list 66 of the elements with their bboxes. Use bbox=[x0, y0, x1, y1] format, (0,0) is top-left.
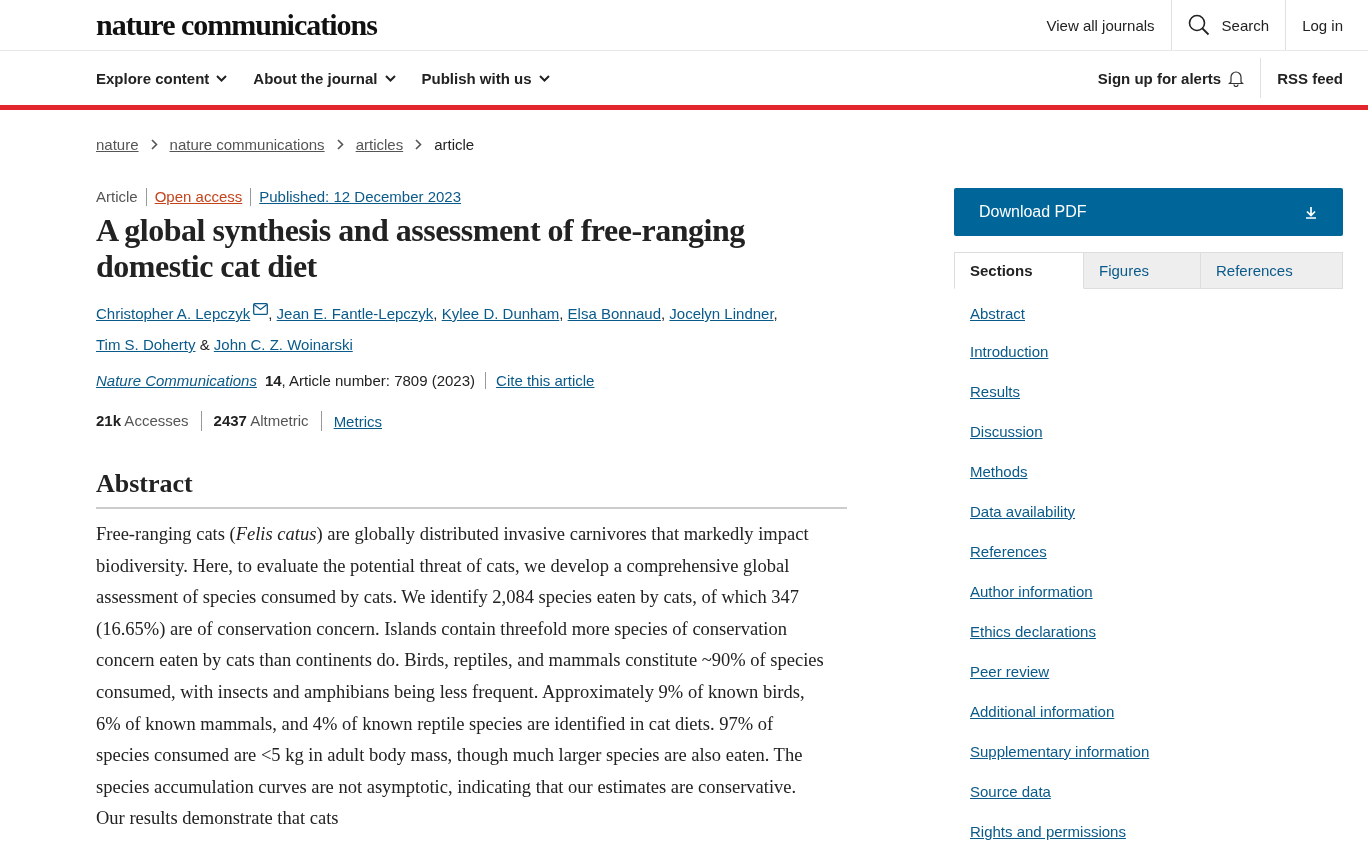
section-link[interactable]: Data availability bbox=[970, 502, 1076, 520]
breadcrumb-link[interactable]: articles bbox=[355, 135, 404, 153]
author-link[interactable]: John C. Z. Woinarski bbox=[213, 336, 353, 353]
header-link[interactable]: Log in bbox=[1285, 0, 1343, 50]
alerts-link[interactable]: Sign up for alerts bbox=[1097, 58, 1262, 98]
sidebar-tab[interactable]: Figures bbox=[1084, 252, 1201, 289]
article-number: , Article number: 7809 (2023) bbox=[281, 372, 487, 389]
search-label: Search bbox=[1221, 16, 1270, 34]
nav-menu[interactable]: About the journal bbox=[253, 69, 396, 87]
search-icon bbox=[1187, 14, 1210, 36]
download-icon bbox=[1305, 205, 1317, 219]
author-separator: , bbox=[661, 305, 666, 322]
published-date-link[interactable]: Published: 12 December 2023 bbox=[250, 188, 470, 206]
chevron-down-icon bbox=[216, 74, 228, 82]
nav-menu[interactable]: Publish with us bbox=[421, 69, 550, 87]
author-link[interactable]: Jocelyn Lindner bbox=[669, 305, 774, 322]
open-access-link[interactable]: Open access bbox=[145, 188, 251, 206]
rss-link[interactable]: RSS feed bbox=[1261, 69, 1343, 87]
cite-link[interactable]: Cite this article bbox=[496, 372, 595, 389]
nav-menu[interactable]: Explore content bbox=[96, 69, 228, 87]
author-separator: , bbox=[433, 305, 438, 322]
search-button[interactable]: Search bbox=[1170, 0, 1286, 50]
breadcrumb-current: article bbox=[434, 135, 475, 153]
author-separator: , bbox=[559, 305, 564, 322]
sidebar-tab[interactable]: Sections bbox=[954, 252, 1084, 289]
metrics-link[interactable]: Metrics bbox=[333, 412, 382, 430]
section-link[interactable]: Methods bbox=[970, 462, 1028, 480]
chevron-right-icon bbox=[150, 138, 158, 150]
section-heading: Abstract bbox=[96, 469, 847, 509]
author-link[interactable]: Christopher A. Lepczyk bbox=[96, 305, 269, 322]
section-link[interactable]: Introduction bbox=[970, 342, 1049, 360]
abstract-text: Free-ranging cats (Felis catus) are globally distributed invasive carnivores that markedly impact biodiversity. Here, to evaluate the potential threat of cats, we develop a comprehensive global assessment of species consumed by cats. We identify 2,084 species eaten by cats, of which 347 (16.65%) are of conservation concern. Islands contain threefold more species of conservation concern eaten by cats than continents do. Birds, reptiles, and mammals constitute ~90% of species consumed, with insects and amphibians being less frequent. Approximately 9% of known birds, 6% of known mammals, and 4% of known reptile species are identified in cat diets. 97% of species consumed are <5 kg in adult body mass, though much larger species are also eaten. The species accumulation curves are not asymptotic, indicating that our estimates are conservative. Our results demonstrate that cats bbox=[96, 523, 825, 831]
article-title: A global synthesis and assessment of free-ranging domestic cat diet bbox=[96, 212, 746, 284]
bell-icon bbox=[1228, 69, 1245, 87]
journal-link[interactable]: Nature Communications bbox=[96, 372, 257, 389]
breadcrumb-link[interactable]: nature bbox=[96, 135, 139, 153]
section-link[interactable]: Rights and permissions bbox=[970, 822, 1126, 840]
section-link[interactable]: References bbox=[970, 542, 1047, 560]
journal-logo[interactable]: nature communications bbox=[96, 8, 377, 42]
author-link[interactable]: Elsa Bonnaud bbox=[567, 305, 661, 322]
section-link[interactable]: Discussion bbox=[970, 422, 1043, 440]
article-type: Article bbox=[96, 188, 139, 206]
header-link[interactable]: View all journals bbox=[1030, 0, 1171, 50]
section-link[interactable]: Supplementary information bbox=[970, 742, 1150, 760]
breadcrumb-link[interactable]: nature communications bbox=[169, 135, 325, 153]
author-separator: & bbox=[199, 336, 210, 353]
section-link[interactable]: Abstract bbox=[970, 304, 1026, 322]
section-link[interactable]: Additional information bbox=[970, 702, 1115, 720]
metric-text: 2437 Altmetric bbox=[213, 411, 322, 431]
metric-text: 21k Accesses bbox=[96, 411, 202, 431]
chevron-down-icon bbox=[538, 74, 550, 82]
author-separator: , bbox=[773, 305, 778, 322]
section-link[interactable]: Author information bbox=[970, 582, 1093, 600]
chevron-down-icon bbox=[384, 74, 396, 82]
volume-number: 14 bbox=[264, 372, 282, 389]
section-link[interactable]: Source data bbox=[970, 782, 1051, 800]
section-link[interactable]: Ethics declarations bbox=[970, 622, 1096, 640]
download-pdf-button[interactable]: Download PDF bbox=[954, 188, 1343, 236]
envelope-icon bbox=[253, 303, 269, 315]
chevron-right-icon bbox=[415, 138, 423, 150]
section-link[interactable]: Results bbox=[970, 382, 1021, 400]
sidebar-tab[interactable]: References bbox=[1201, 252, 1343, 289]
author-link[interactable]: Tim S. Doherty bbox=[96, 336, 196, 353]
chevron-right-icon bbox=[336, 138, 344, 150]
author-separator: , bbox=[268, 305, 273, 322]
section-link[interactable]: Peer review bbox=[970, 662, 1050, 680]
